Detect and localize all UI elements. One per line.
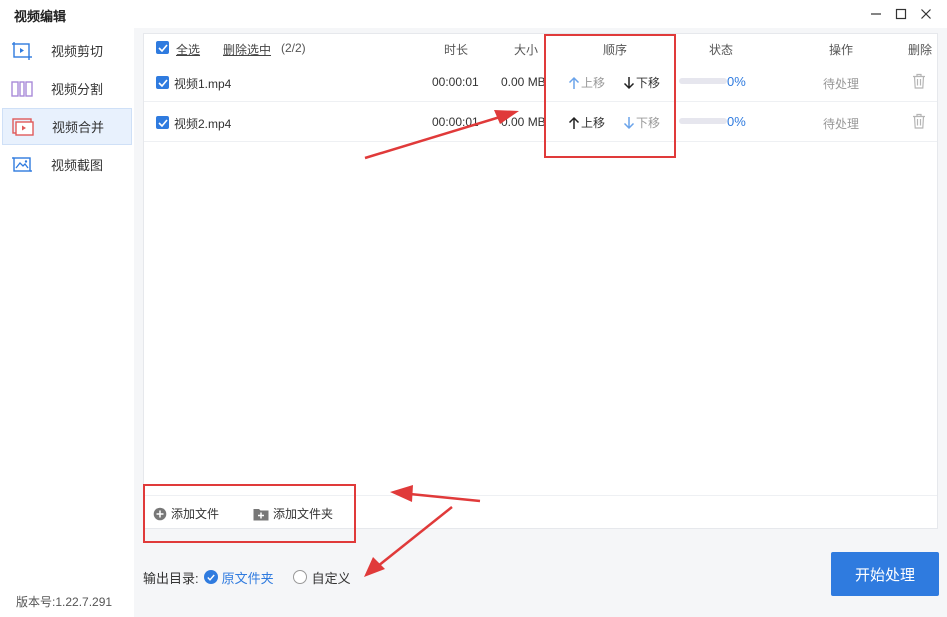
add-file-button[interactable]: 添加文件 [153,505,219,522]
progress-bar [679,118,727,124]
add-file-label: 添加文件 [171,507,220,521]
col-delete: 删除 [908,43,933,57]
sidebar-item-label: 视频剪切 [51,44,104,59]
start-processing-button[interactable]: 开始处理 [831,552,939,596]
file-duration: 00:00:01 [432,75,479,89]
close-button[interactable] [916,4,936,24]
select-all-checkbox[interactable] [156,41,169,54]
maximize-button[interactable] [891,4,911,24]
sidebar-item-video-screenshot[interactable]: 视频截图 [2,146,132,183]
sidebar-item-label: 视频分割 [51,82,104,97]
option-custom-label[interactable]: 自定义 [312,568,351,587]
move-up-label: 上移 [581,116,606,130]
add-folder-label: 添加文件夹 [273,507,334,521]
move-down-button[interactable]: 下移 [623,114,660,131]
file-list-panel: 全选 删除选中 (2/2) 时长 大小 顺序 状态 操作 删除 视频1.mp4 … [143,33,938,529]
close-icon [921,9,931,19]
window-title: 视频编辑 [14,9,67,24]
video-split-icon [10,78,34,100]
arrow-down-icon [623,76,635,89]
action-status: 待处理 [823,117,860,131]
progress-percent: 0% [727,114,746,129]
move-down-button[interactable]: 下移 [623,74,660,91]
check-icon [157,118,168,127]
minimize-icon [871,13,881,15]
check-icon [157,43,168,52]
video-cut-icon [10,40,34,62]
table-header: 全选 删除选中 (2/2) 时长 大小 顺序 状态 操作 删除 [144,34,937,62]
maximize-icon [895,8,907,20]
col-duration: 时长 [444,43,469,57]
folder-plus-icon [253,507,269,521]
option-original-label[interactable]: 原文件夹 [222,568,274,587]
progress-bar [679,78,727,84]
title-bar: 视频编辑 [0,0,947,28]
output-directory: 输出目录: 原文件夹 自定义 [143,567,351,587]
sidebar: 视频剪切 视频分割 视频合并 视频截图 [0,28,134,617]
video-screenshot-icon [10,154,34,176]
delete-row-button[interactable] [912,73,926,92]
radio-custom[interactable] [292,570,307,584]
add-folder-button[interactable]: 添加文件夹 [253,505,333,522]
sidebar-item-video-split[interactable]: 视频分割 [2,70,132,107]
add-toolbar: 添加文件 添加文件夹 [144,495,937,528]
table-row[interactable]: 视频2.mp4 00:00:01 0.00 MB 上移 下移 0% 待处理 [144,102,937,142]
file-duration: 00:00:01 [432,115,479,129]
file-name: 视频1.mp4 [174,77,232,91]
check-icon [157,78,168,87]
delete-selected-link[interactable]: 删除选中 [223,41,271,58]
minimize-button[interactable] [866,4,886,24]
trash-icon [913,113,925,129]
file-size: 0.00 MB [501,75,546,89]
check-icon [206,574,215,581]
progress-percent: 0% [727,74,746,89]
col-status: 状态 [709,43,734,57]
video-merge-icon [11,116,35,138]
action-status: 待处理 [823,77,860,91]
col-action: 操作 [829,43,854,57]
sidebar-item-video-merge[interactable]: 视频合并 [2,108,132,145]
delete-row-button[interactable] [912,113,926,132]
sidebar-item-label: 视频合并 [52,120,105,135]
row-checkbox[interactable] [156,76,169,89]
sidebar-item-label: 视频截图 [51,158,104,173]
col-size: 大小 [514,43,539,57]
output-label: 输出目录: [143,570,199,586]
file-name: 视频2.mp4 [174,117,232,131]
file-size: 0.00 MB [501,115,546,129]
move-up-button[interactable]: 上移 [568,114,605,131]
plus-circle-icon [153,507,167,521]
table-row[interactable]: 视频1.mp4 00:00:01 0.00 MB 上移 下移 0% 待处理 [144,62,937,102]
sidebar-item-video-cut[interactable]: 视频剪切 [2,32,132,69]
move-up-button[interactable]: 上移 [568,74,605,91]
selection-count: (2/2) [281,41,306,55]
move-down-label: 下移 [636,76,661,90]
version-label: 版本号:1.22.7.291 [16,595,113,609]
move-down-label: 下移 [636,116,661,130]
arrow-up-icon [568,76,580,89]
row-checkbox[interactable] [156,116,169,129]
select-all-link[interactable]: 全选 [176,41,200,58]
arrow-down-icon [623,116,635,129]
radio-original-folder[interactable] [203,570,218,584]
arrow-up-icon [568,116,580,129]
col-order: 顺序 [603,43,628,57]
trash-icon [913,73,925,89]
move-up-label: 上移 [581,76,606,90]
